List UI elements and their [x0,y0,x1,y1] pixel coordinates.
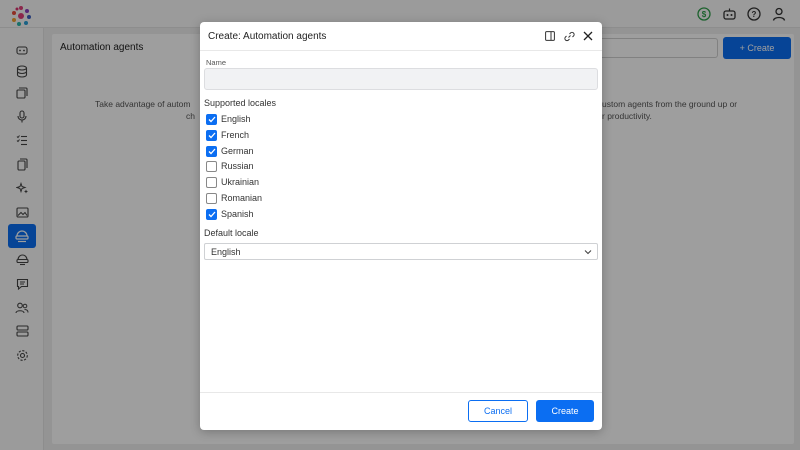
locale-label: French [221,130,250,140]
close-icon[interactable] [582,30,594,42]
create-button-label: Create [551,406,579,416]
locale-checkbox-german[interactable]: German [206,144,254,158]
locale-label: English [221,114,251,124]
link-icon[interactable] [563,30,575,42]
locale-checkbox-ukrainian[interactable]: Ukrainian [206,175,259,189]
checkbox[interactable] [206,113,217,125]
locale-checkbox-spanish[interactable]: Spanish [206,207,254,221]
checkbox[interactable] [206,145,217,157]
checkbox[interactable] [206,176,217,188]
locale-checkbox-english[interactable]: English [206,112,251,126]
checkbox[interactable] [206,160,217,172]
locale-label: Spanish [221,209,254,219]
locale-label: Ukrainian [221,177,260,187]
dialog-header: Create: Automation agents [200,22,602,51]
default-locale-value: English [211,246,241,257]
name-label: Name [206,58,227,67]
chevron-down-icon [584,250,592,255]
locale-label: Russian [221,161,254,171]
side-panel-icon[interactable] [544,30,556,42]
create-button[interactable]: Create [536,400,594,422]
locale-checkbox-french[interactable]: French [206,128,249,142]
locale-checkbox-romanian[interactable]: Romanian [206,191,262,205]
locale-label: German [221,146,254,156]
checkbox[interactable] [206,192,217,204]
default-locale-select[interactable]: English [204,243,598,260]
checkbox[interactable] [206,208,217,220]
supported-locales-label: Supported locales [204,98,277,108]
locale-checkbox-russian[interactable]: Russian [206,159,254,173]
dialog-title: Create: Automation agents [208,31,327,42]
create-agent-dialog: Create: Automation agents Name Supported… [200,22,602,430]
name-field[interactable] [204,68,598,90]
locale-label: Romanian [221,193,263,203]
cancel-button-label: Cancel [483,406,512,416]
checkbox[interactable] [206,129,217,141]
default-locale-label: Default locale [204,228,259,238]
cancel-button[interactable]: Cancel [468,400,528,422]
